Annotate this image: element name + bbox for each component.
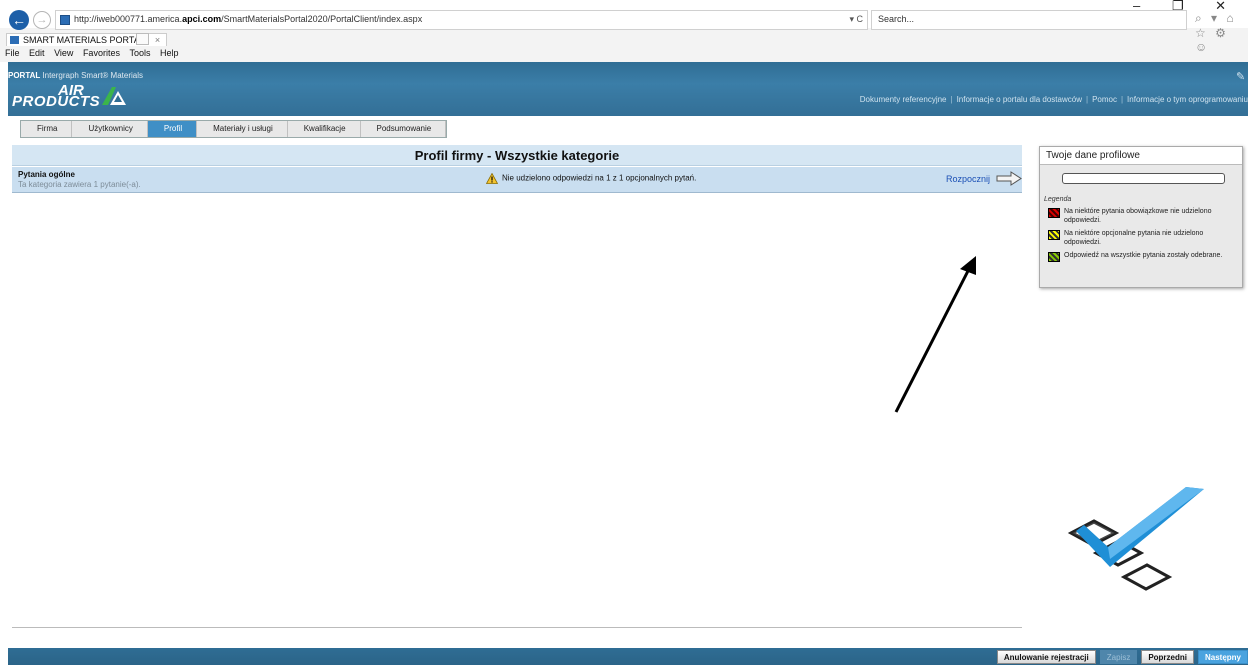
step-podsumowanie[interactable]: Podsumowanie — [360, 121, 447, 137]
annotation-arrow — [894, 256, 976, 413]
start-link[interactable]: Rozpocznij — [946, 174, 990, 184]
profile-panel: Twoje dane profilowe Legenda Na niektóre… — [1039, 146, 1243, 288]
arrow-right-icon[interactable] — [996, 171, 1022, 186]
url-text: http://iweb000771.america.apci.com/Smart… — [74, 14, 423, 24]
menu-tools[interactable]: Tools — [129, 48, 150, 58]
step-firma[interactable]: Firma — [21, 121, 73, 137]
new-tab-button[interactable] — [136, 33, 149, 45]
menu-view[interactable]: View — [54, 48, 73, 58]
window-controls[interactable]: – ❐ ✕ — [1133, 0, 1240, 14]
page-title: Profil firmy - Wszystkie kategorie — [12, 145, 1022, 166]
link-portal-info[interactable]: Informacje o portalu dla dostawców — [957, 95, 1082, 104]
menu-help[interactable]: Help — [160, 48, 179, 58]
cancel-registration-button[interactable]: Anulowanie rejestracji — [996, 650, 1096, 664]
footer-buttons: Anulowanie rejestracji Zapisz Poprzedni … — [996, 650, 1248, 664]
portal-page: PORTAL Intergraph Smart® Materials AIR P… — [8, 62, 1248, 665]
portal-label: PORTAL Intergraph Smart® Materials — [8, 71, 143, 80]
tab-close-icon[interactable]: × — [155, 35, 160, 45]
air-products-logo: AIR PRODUCTS — [12, 82, 132, 110]
next-button[interactable]: Następny — [1197, 650, 1248, 664]
menu-edit[interactable]: Edit — [29, 48, 45, 58]
category-row: Pytania ogólne Ta kategoria zawiera 1 py… — [12, 167, 1022, 193]
browser-chrome: ← → http://iweb000771.america.apci.com/S… — [0, 0, 1248, 62]
tab-favicon-icon — [10, 36, 19, 44]
link-reference-docs[interactable]: Dokumenty referencyjne — [860, 95, 947, 104]
menu-bar: File Edit View Favorites Tools Help — [0, 48, 1248, 62]
wizard-bar: Firma Użytkownicy Profil Materiały i usł… — [8, 116, 1248, 142]
profile-panel-title: Twoje dane profilowe — [1040, 147, 1242, 165]
menu-favorites[interactable]: Favorites — [83, 48, 120, 58]
step-uzytkownicy[interactable]: Użytkownicy — [72, 121, 148, 137]
legend-label: Legenda — [1044, 196, 1072, 203]
wizard-footer: Anulowanie rejestracji Zapisz Poprzedni … — [8, 648, 1248, 665]
portal-header: PORTAL Intergraph Smart® Materials AIR P… — [8, 62, 1248, 116]
menu-file[interactable]: File — [5, 48, 20, 58]
profile-progress-bar — [1062, 173, 1225, 184]
checklist-illustration-icon — [1067, 487, 1204, 591]
back-button[interactable]: ← — [9, 10, 29, 30]
save-button[interactable]: Zapisz — [1099, 650, 1138, 664]
forward-button[interactable]: → — [33, 11, 51, 29]
step-materialy[interactable]: Materiały i usługi — [197, 121, 288, 137]
site-favicon-icon — [60, 15, 70, 25]
yellow-status-icon — [1048, 230, 1060, 240]
logo-mark-icon — [102, 87, 126, 105]
link-about[interactable]: Informacje o tym oprogramowaniu — [1127, 95, 1248, 104]
address-bar-row: ← → http://iweb000771.america.apci.com/S… — [0, 0, 1248, 54]
top-links: Dokumenty referencyjne | Informacje o port… — [859, 95, 1248, 104]
refresh-icon[interactable]: ▾ C — [849, 14, 863, 25]
pin-icon[interactable]: ✎ — [1236, 70, 1246, 83]
wizard-steps: Firma Użytkownicy Profil Materiały i usł… — [20, 120, 448, 138]
green-status-icon — [1048, 252, 1060, 262]
tab-strip: SMART MATERIALS PORTAL × — [0, 32, 1248, 46]
category-subtitle: Ta kategoria zawiera 1 pytanie(-a). — [18, 180, 141, 189]
red-status-icon — [1048, 208, 1060, 218]
link-help[interactable]: Pomoc — [1092, 95, 1117, 104]
step-profil[interactable]: Profil — [147, 121, 198, 137]
warning-icon — [486, 173, 498, 184]
address-bar[interactable]: http://iweb000771.america.apci.com/Smart… — [55, 10, 868, 30]
step-kwalifikacje[interactable]: Kwalifikacje — [287, 121, 361, 137]
previous-button[interactable]: Poprzedni — [1141, 650, 1194, 664]
category-warning: Nie udzielono odpowiedzi na 1 z 1 opcjon… — [486, 173, 696, 184]
category-name: Pytania ogólne — [18, 170, 75, 179]
main-content: Profil firmy - Wszystkie kategorie Pytan… — [12, 143, 1022, 628]
